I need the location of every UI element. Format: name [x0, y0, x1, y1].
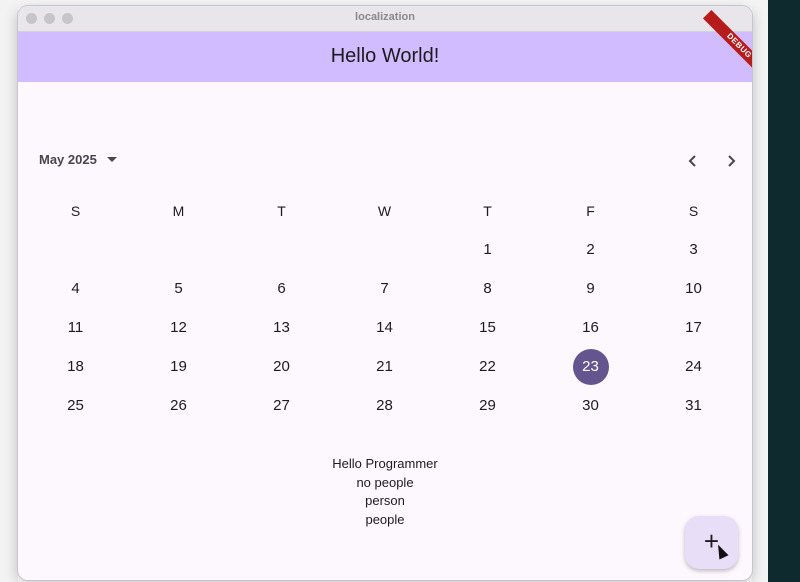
- day-cell[interactable]: 20: [230, 348, 333, 386]
- app-bar-title: Hello World!: [330, 45, 440, 67]
- weekday-monday: M: [172, 203, 185, 219]
- day-cell[interactable]: 11: [24, 309, 127, 347]
- day-cell[interactable]: 28: [333, 387, 436, 425]
- weekday-saturday: S: [688, 203, 699, 219]
- caret-down-icon: [107, 157, 118, 163]
- weekday-wednesday: W: [377, 203, 392, 219]
- day-cell[interactable]: 26: [127, 387, 230, 425]
- week-row-3: 11 12 13 14 15 16 17: [24, 309, 746, 348]
- day-cell[interactable]: 30: [539, 387, 642, 425]
- day-cell[interactable]: 29: [436, 387, 539, 425]
- week-row-5: 25 26 27 28 29 30 31: [24, 387, 746, 426]
- day-cell[interactable]: 16: [539, 309, 642, 347]
- day-cell[interactable]: 27: [230, 387, 333, 425]
- add-fab-button[interactable]: +: [685, 516, 738, 569]
- weekday-thursday: T: [483, 203, 492, 219]
- day-cell[interactable]: 19: [127, 348, 230, 386]
- day-cell[interactable]: 5: [127, 270, 230, 308]
- week-row-1: 1 2 3: [24, 231, 746, 270]
- next-month-button[interactable]: [720, 150, 742, 172]
- plural-zero-text: no people: [356, 474, 414, 490]
- day-cell[interactable]: 31: [642, 387, 745, 425]
- background-terminal: [768, 0, 800, 582]
- localized-messages: Hello Programmer no people person people: [18, 455, 752, 529]
- greeting-text: Hello Programmer: [332, 456, 438, 471]
- chevron-right-icon: [728, 155, 736, 167]
- day-cell[interactable]: 14: [333, 309, 436, 347]
- day-cell[interactable]: 17: [642, 309, 745, 347]
- window-titlebar[interactable]: localization: [18, 6, 752, 32]
- day-cell[interactable]: 21: [333, 348, 436, 386]
- week-row-2: 4 5 6 7 8 9 10: [24, 270, 746, 309]
- selected-day-cell[interactable]: 23: [539, 348, 642, 386]
- weekday-sunday: S: [70, 203, 81, 219]
- day-cell[interactable]: 10: [642, 270, 745, 308]
- day-cell[interactable]: 1: [436, 231, 539, 269]
- day-cell[interactable]: 15: [436, 309, 539, 347]
- plural-other-text: people: [365, 511, 405, 527]
- window-title: localization: [355, 11, 415, 23]
- month-label: May 2025: [39, 152, 97, 167]
- weekday-friday: F: [586, 203, 595, 219]
- day-cell[interactable]: 22: [436, 348, 539, 386]
- selected-day-label: 23: [582, 358, 599, 375]
- week-row-4: 18 19 20 21 22 23 24: [24, 348, 746, 387]
- previous-month-button[interactable]: [682, 150, 704, 172]
- day-cell[interactable]: 6: [230, 270, 333, 308]
- day-cell[interactable]: 4: [24, 270, 127, 308]
- plus-icon: +: [703, 526, 720, 556]
- day-cell[interactable]: 2: [539, 231, 642, 269]
- day-cell[interactable]: 8: [436, 270, 539, 308]
- day-cell[interactable]: 9: [539, 270, 642, 308]
- calendar-grid: S M T W T F S 1 2 3 4 5 6 7 8 9 10 11 12…: [24, 192, 746, 426]
- day-cell[interactable]: 18: [24, 348, 127, 386]
- chevron-left-icon: [688, 155, 696, 167]
- app-bar: Hello World!: [18, 32, 752, 82]
- weekday-tuesday: T: [277, 203, 286, 219]
- day-cell[interactable]: 12: [127, 309, 230, 347]
- day-cell[interactable]: 13: [230, 309, 333, 347]
- day-cell[interactable]: 3: [642, 231, 745, 269]
- desktop-background-left: [0, 0, 18, 582]
- day-cell[interactable]: 25: [24, 387, 127, 425]
- weekday-header-row: S M T W T F S: [24, 192, 746, 231]
- app-window: localization Hello World! DEBUG May 2025…: [18, 6, 752, 580]
- day-cell[interactable]: 7: [333, 270, 436, 308]
- month-picker-button[interactable]: May 2025: [39, 151, 118, 171]
- plural-one-text: person: [365, 493, 405, 508]
- day-cell[interactable]: 24: [642, 348, 745, 386]
- background-editor-panel: [752, 0, 768, 582]
- desktop-background-right: [752, 0, 800, 582]
